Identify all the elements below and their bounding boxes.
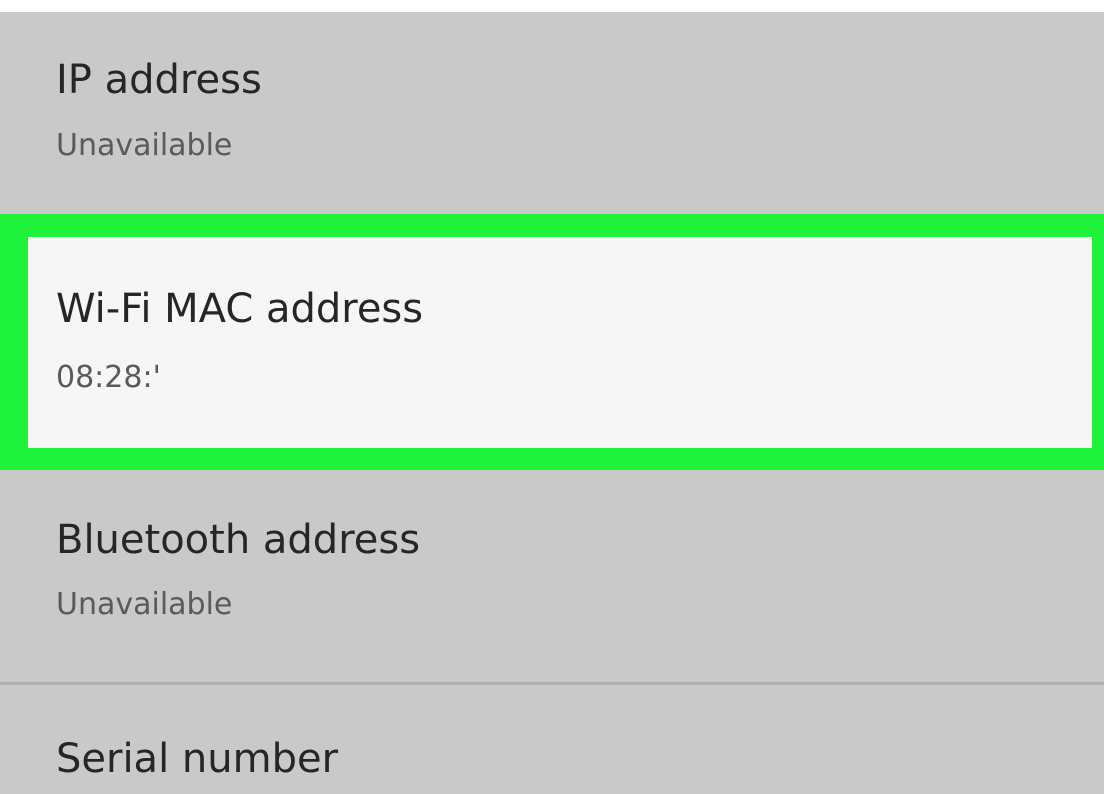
wifi-mac-address-value: 08:28:' (56, 360, 161, 395)
list-item-ip-address[interactable]: IP address Unavailable (0, 12, 1104, 214)
list-item-wifi-mac-address[interactable]: Wi-Fi MAC address 08:28:' (28, 237, 1092, 448)
wifi-mac-address-title: Wi-Fi MAC address (56, 286, 424, 332)
list-item-bluetooth-address[interactable]: Bluetooth address Unavailable (0, 470, 1104, 682)
bluetooth-address-title: Bluetooth address (56, 517, 421, 563)
top-white-strip (0, 0, 1104, 12)
ip-address-title: IP address (56, 57, 262, 103)
ip-address-value: Unavailable (56, 128, 233, 163)
list-item-serial-number[interactable]: Serial number (0, 685, 1104, 794)
device-status-screen: IP address Unavailable Wi-Fi MAC address… (0, 0, 1104, 794)
serial-number-title: Serial number (56, 736, 339, 782)
bluetooth-address-value: Unavailable (56, 587, 233, 622)
